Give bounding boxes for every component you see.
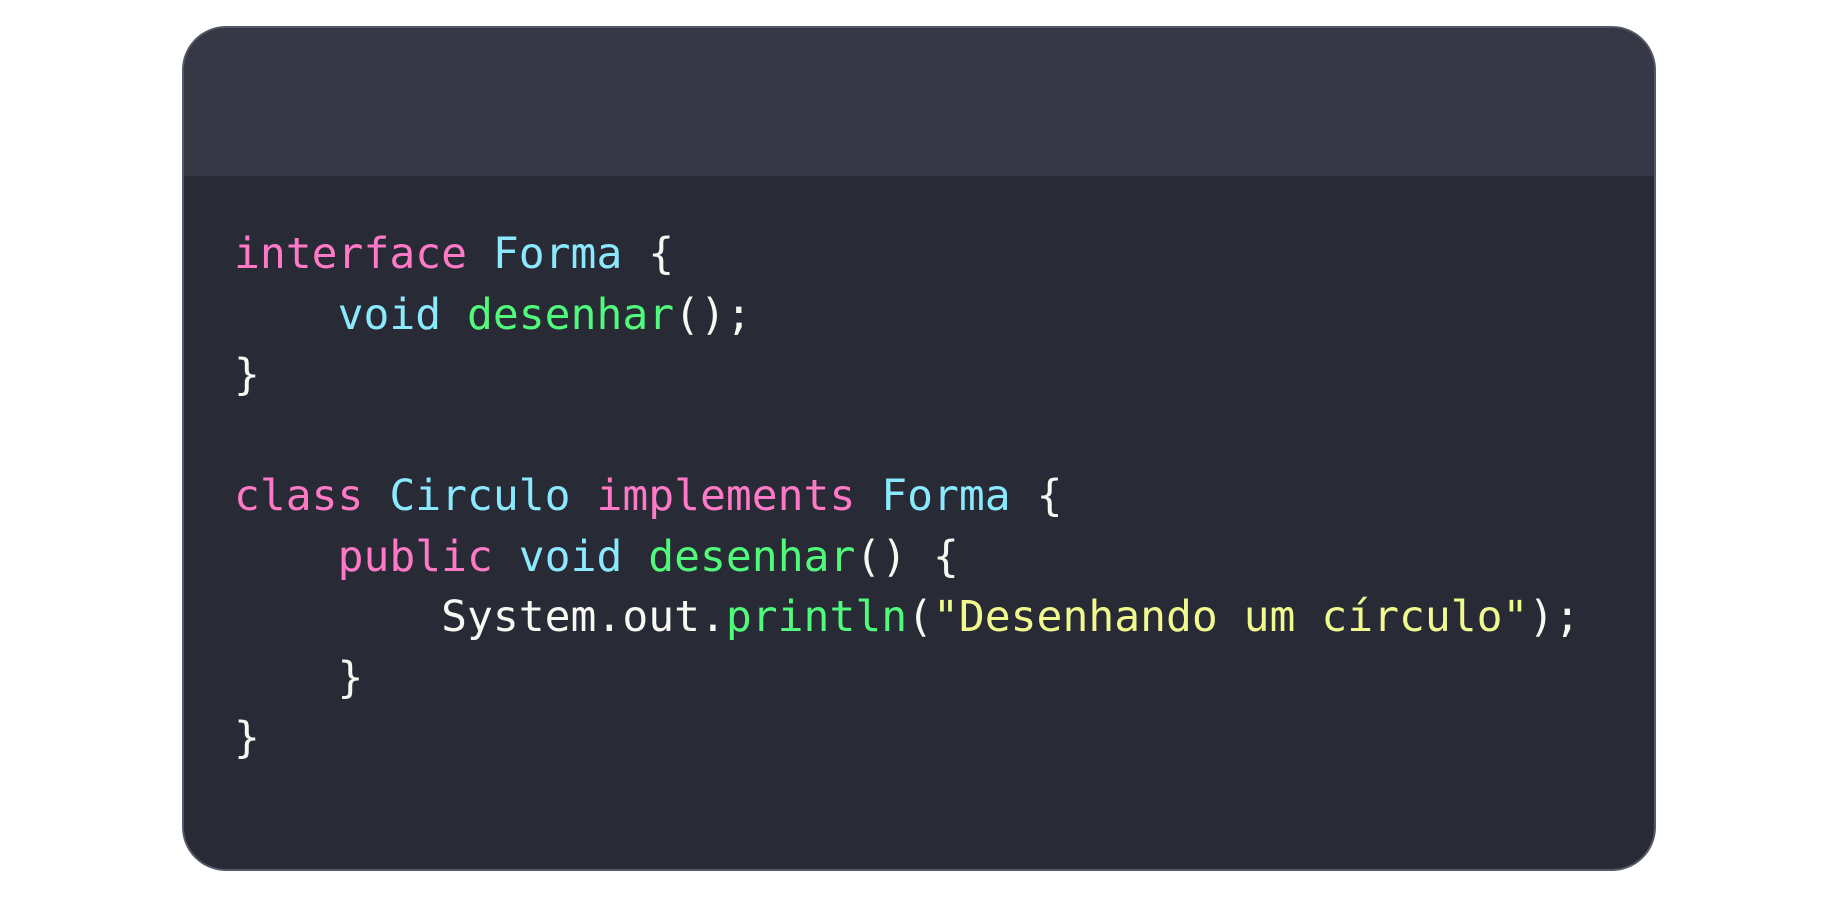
code-token: () {	[855, 531, 959, 582]
code-token: {	[622, 229, 675, 279]
code-token: }	[234, 350, 260, 400]
code-token: {	[1010, 471, 1063, 521]
window-titlebar	[184, 28, 1654, 176]
code-line: System.out.println("Desenhando um círcul…	[234, 587, 1580, 648]
code-line: void desenhar();	[234, 285, 1580, 346]
code-line: interface Forma {	[234, 224, 1580, 285]
code-token: System.out.	[234, 592, 726, 642]
code-token: }	[234, 652, 364, 703]
code-token: void	[518, 531, 623, 582]
code-token: desenhar	[467, 289, 675, 340]
code-token: println	[725, 592, 908, 642]
code-token: void	[337, 289, 442, 340]
code-token: desenhar	[648, 531, 856, 582]
code-token: Circulo	[389, 471, 571, 521]
code-window: interface Forma { void desenhar();} class…	[182, 26, 1656, 871]
code-block: interface Forma { void desenhar();} class…	[234, 224, 1580, 769]
code-token: Forma	[492, 229, 623, 279]
code-line: public void desenhar() {	[234, 527, 1580, 588]
code-token: }	[234, 713, 260, 763]
code-token: (	[907, 592, 933, 642]
code-token: Forma	[881, 471, 1011, 521]
code-token: "Desenhando um círculo"	[933, 592, 1529, 642]
code-line: }	[234, 708, 1580, 769]
code-token: ();	[674, 289, 752, 340]
code-token: public	[337, 531, 493, 582]
code-token: interface	[234, 229, 467, 279]
code-token: implements	[596, 471, 856, 521]
code-line: }	[234, 345, 1580, 406]
code-token: class	[234, 471, 364, 521]
code-token: );	[1528, 592, 1581, 642]
code-line: }	[234, 648, 1580, 709]
code-line: class Circulo implements Forma {	[234, 466, 1580, 527]
